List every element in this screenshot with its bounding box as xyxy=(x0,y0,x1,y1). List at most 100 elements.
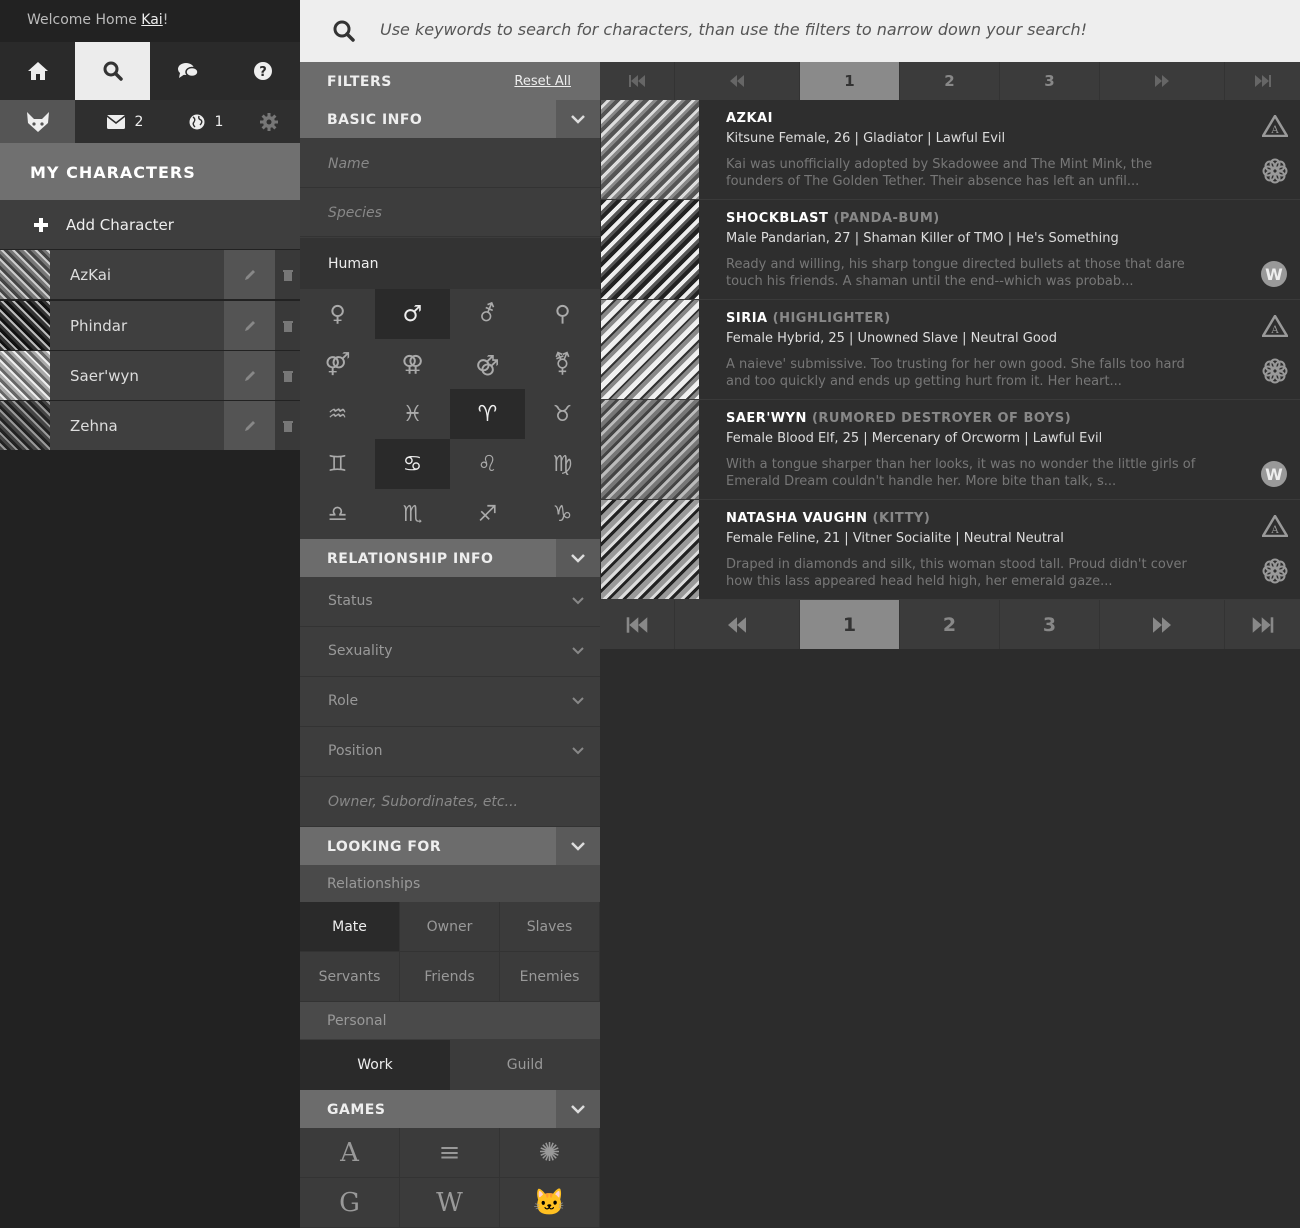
edit-button[interactable] xyxy=(224,250,275,299)
taurus-icon[interactable]: ♉ xyxy=(525,389,600,439)
nav-search[interactable] xyxy=(75,42,150,100)
username-link[interactable]: Kai xyxy=(141,12,162,28)
settings-button[interactable] xyxy=(237,100,300,143)
edit-button[interactable] xyxy=(224,401,275,450)
enemies-option[interactable]: Enemies xyxy=(500,952,600,1002)
menu-lines-icon[interactable]: ≡ xyxy=(400,1128,500,1178)
character-name[interactable]: Zehna xyxy=(50,401,224,450)
prev-page-button[interactable] xyxy=(675,62,800,100)
result-card[interactable]: SAER'WYN (RUMORED DESTROYER OF BOYS) Fem… xyxy=(600,400,1300,500)
world-button[interactable]: 1 xyxy=(175,100,237,143)
race-input[interactable]: Human xyxy=(300,238,600,289)
relationship-info-header[interactable]: RELATIONSHIP INFO xyxy=(300,539,600,577)
character-row[interactable]: Phindar xyxy=(0,301,300,350)
delete-button[interactable] xyxy=(275,301,300,350)
chevron-down-icon[interactable] xyxy=(556,827,600,865)
character-name[interactable]: Saer'wyn xyxy=(50,351,224,400)
first-page-button[interactable] xyxy=(600,600,675,649)
result-card[interactable]: SHOCKBLAST (PANDA-BUM) Male Pandarian, 2… xyxy=(600,200,1300,300)
result-card[interactable]: AZKAI Kitsune Female, 26 | Gladiator | L… xyxy=(600,100,1300,200)
nav-home[interactable] xyxy=(0,42,75,100)
chevron-down-icon[interactable] xyxy=(556,1090,600,1128)
lesbian-icon[interactable]: ⚢ xyxy=(375,339,450,389)
character-row[interactable]: Saer'wyn xyxy=(0,351,300,400)
hetero-icon[interactable]: ⚤ xyxy=(300,339,375,389)
scorpio-icon[interactable]: ♏ xyxy=(375,489,450,539)
pisces-icon[interactable]: ♓ xyxy=(375,389,450,439)
capricorn-icon[interactable]: ♑ xyxy=(525,489,600,539)
first-page-button[interactable] xyxy=(600,62,675,100)
g-game-icon[interactable]: G xyxy=(300,1178,400,1228)
slaves-option[interactable]: Slaves xyxy=(500,902,600,952)
cat-icon[interactable]: 🐱 xyxy=(500,1178,600,1228)
flower-icon[interactable]: ✺ xyxy=(500,1128,600,1178)
edit-button[interactable] xyxy=(224,351,275,400)
messages-button[interactable]: 2 xyxy=(75,100,175,143)
page-1-button[interactable]: 1 xyxy=(800,600,900,649)
games-header[interactable]: GAMES xyxy=(300,1090,600,1128)
character-row[interactable]: Zehna xyxy=(0,401,300,450)
work-option[interactable]: Work xyxy=(300,1040,450,1090)
chevron-down-icon xyxy=(572,597,584,605)
gemini-icon[interactable]: ♊ xyxy=(300,439,375,489)
mate-option[interactable]: Mate xyxy=(300,902,400,952)
species-input[interactable]: Species xyxy=(300,188,600,237)
transgender-icon[interactable]: ⚧ xyxy=(525,339,600,389)
reset-all-link[interactable]: Reset All xyxy=(514,74,571,89)
neuter-female-icon[interactable]: ⚲ xyxy=(525,289,600,339)
main-nav: ? xyxy=(0,42,300,100)
search-bar[interactable]: Use keywords to search for characters, t… xyxy=(300,0,1300,62)
search-input[interactable]: Use keywords to search for characters, t… xyxy=(380,20,1087,39)
aquarius-icon[interactable]: ♒ xyxy=(300,389,375,439)
gay-icon[interactable]: ⚣ xyxy=(450,339,525,389)
libra-icon[interactable]: ♎ xyxy=(300,489,375,539)
basic-info-header[interactable]: BASIC INFO xyxy=(300,100,600,138)
name-input[interactable]: Name xyxy=(300,139,600,188)
wow-icon[interactable]: W xyxy=(400,1178,500,1228)
edit-button[interactable] xyxy=(224,301,275,350)
sagittarius-icon[interactable]: ♐ xyxy=(450,489,525,539)
position-select[interactable]: Position xyxy=(300,727,600,777)
neuter-male-icon[interactable]: ⚦ xyxy=(450,289,525,339)
last-page-button[interactable] xyxy=(1225,600,1300,649)
prev-page-button[interactable] xyxy=(675,600,800,649)
nav-chat[interactable] xyxy=(150,42,225,100)
character-row[interactable]: AzKai xyxy=(0,250,300,299)
friends-option[interactable]: Friends xyxy=(400,952,500,1002)
page-2-button[interactable]: 2 xyxy=(900,62,1000,100)
last-page-button[interactable] xyxy=(1225,62,1300,100)
female-icon[interactable]: ♀ xyxy=(300,289,375,339)
nav-help[interactable]: ? xyxy=(225,42,300,100)
character-name[interactable]: AzKai xyxy=(50,250,224,299)
character-name[interactable]: Phindar xyxy=(50,301,224,350)
delete-button[interactable] xyxy=(275,250,300,299)
owner-option[interactable]: Owner xyxy=(400,902,500,952)
delete-button[interactable] xyxy=(275,351,300,400)
leo-icon[interactable]: ♌ xyxy=(450,439,525,489)
owner-input[interactable]: Owner, Subordinates, etc... xyxy=(300,777,600,827)
page-2-button[interactable]: 2 xyxy=(900,600,1000,649)
add-character-button[interactable]: Add Character xyxy=(0,200,300,249)
servants-option[interactable]: Servants xyxy=(300,952,400,1002)
page-3-button[interactable]: 3 xyxy=(1000,600,1100,649)
chevron-down-icon[interactable] xyxy=(556,100,600,138)
page-1-button[interactable]: 1 xyxy=(800,62,900,100)
archeage-icon[interactable]: A xyxy=(300,1128,400,1178)
virgo-icon[interactable]: ♍ xyxy=(525,439,600,489)
next-page-button[interactable] xyxy=(1100,600,1225,649)
guild-option[interactable]: Guild xyxy=(450,1040,600,1090)
delete-button[interactable] xyxy=(275,401,300,450)
character-avatar-button[interactable] xyxy=(0,100,75,143)
next-page-button[interactable] xyxy=(1100,62,1225,100)
status-select[interactable]: Status xyxy=(300,577,600,627)
looking-for-header[interactable]: LOOKING FOR xyxy=(300,827,600,865)
male-icon[interactable]: ♂ xyxy=(375,289,450,339)
result-card[interactable]: SIRIA (HIGHLIGHTER) Female Hybrid, 25 | … xyxy=(600,300,1300,400)
chevron-down-icon[interactable] xyxy=(556,539,600,577)
sexuality-select[interactable]: Sexuality xyxy=(300,627,600,677)
page-3-button[interactable]: 3 xyxy=(1000,62,1100,100)
aries-icon[interactable]: ♈ xyxy=(450,389,525,439)
cancer-icon[interactable]: ♋ xyxy=(375,439,450,489)
result-card[interactable]: NATASHA VAUGHN (KITTY) Female Feline, 21… xyxy=(600,500,1300,600)
role-select[interactable]: Role xyxy=(300,677,600,727)
